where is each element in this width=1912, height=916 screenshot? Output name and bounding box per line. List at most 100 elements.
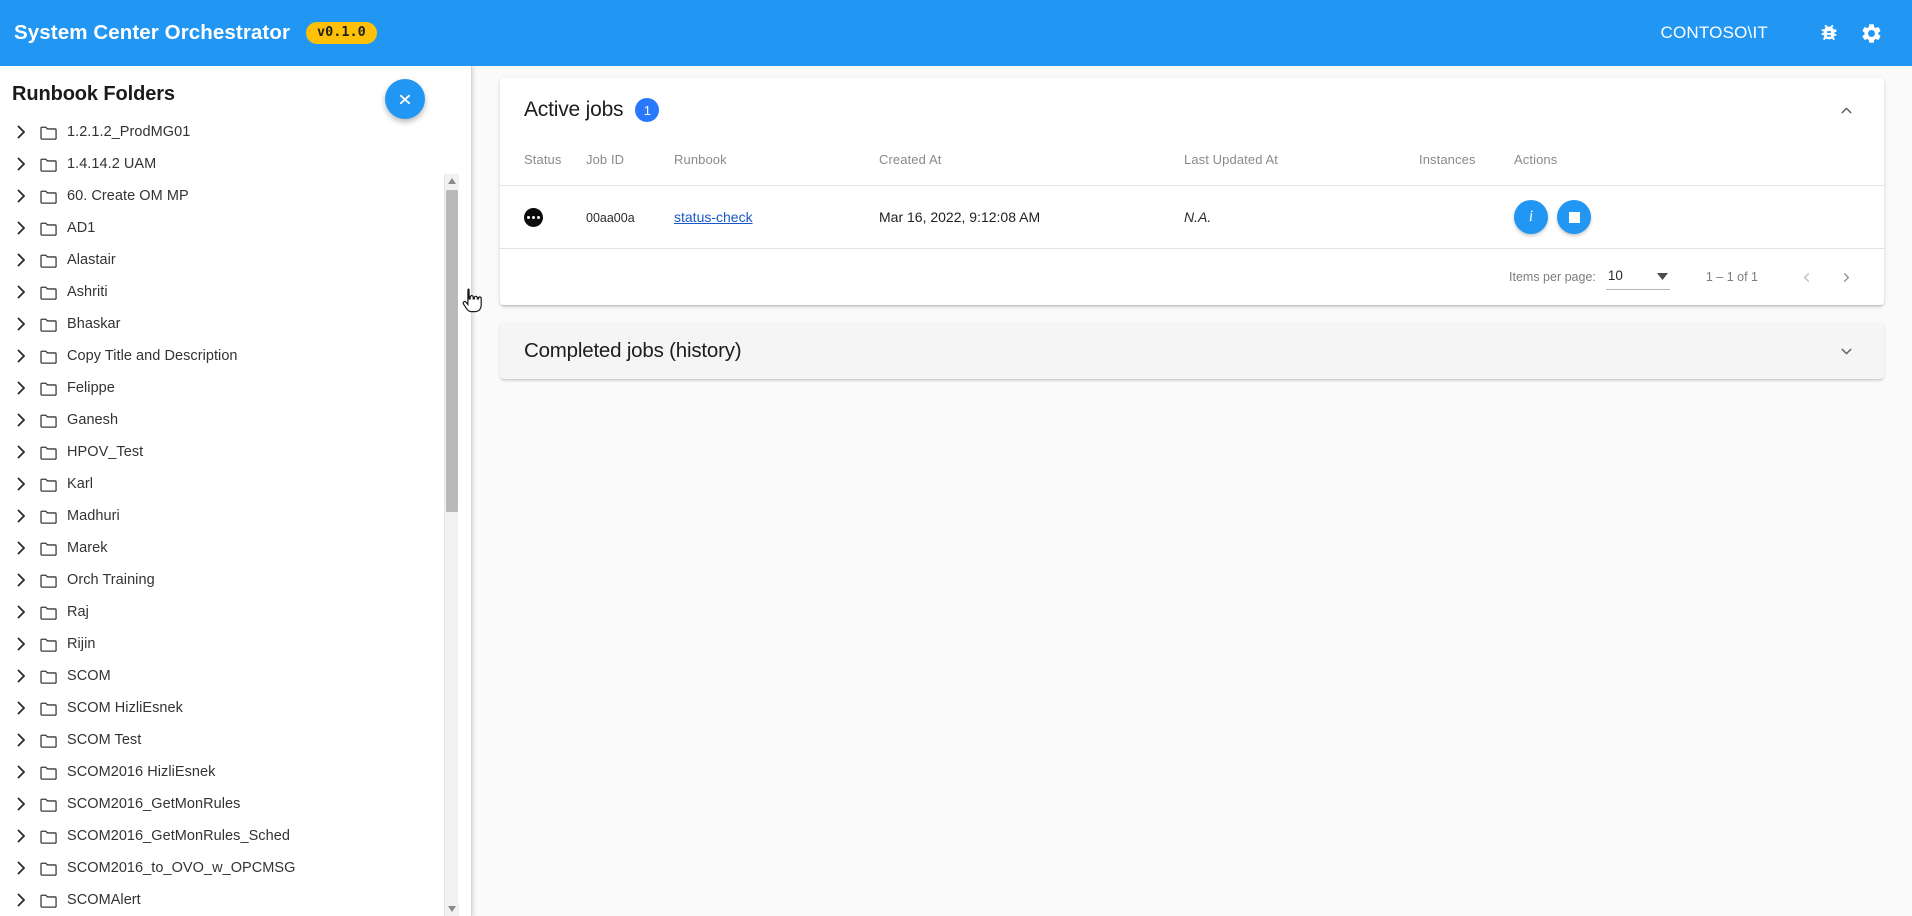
chevron-right-icon[interactable] xyxy=(10,637,32,651)
chevron-right-icon[interactable] xyxy=(10,317,32,331)
folder-tree-item[interactable]: SCOMAlert xyxy=(0,884,471,916)
chevron-right-icon[interactable] xyxy=(10,669,32,683)
folder-tree-item[interactable]: Raj xyxy=(0,596,471,628)
folder-tree-item[interactable]: Bhaskar xyxy=(0,308,471,340)
chevron-right-icon[interactable] xyxy=(10,829,32,843)
column-header: Runbook xyxy=(674,142,879,186)
active-jobs-header[interactable]: Active jobs 1 xyxy=(500,78,1884,142)
sidebar-scrollbar-thumb[interactable] xyxy=(446,190,458,512)
folder-icon xyxy=(40,829,66,844)
chevron-right-icon[interactable] xyxy=(10,733,32,747)
actions-cell: i xyxy=(1514,186,1884,249)
folder-icon xyxy=(40,221,66,236)
folder-icon xyxy=(40,125,66,140)
job-stop-button[interactable] xyxy=(1557,200,1591,234)
completed-jobs-panel[interactable]: Completed jobs (history) xyxy=(500,323,1884,379)
chevron-right-icon[interactable] xyxy=(10,701,32,715)
folder-tree-item[interactable]: 1.4.14.2 UAM xyxy=(0,148,471,180)
chevron-right-icon[interactable] xyxy=(10,541,32,555)
chevron-right-icon[interactable] xyxy=(10,221,32,235)
column-header: Job ID xyxy=(586,142,674,186)
folder-tree-item[interactable]: SCOM xyxy=(0,660,471,692)
folder-tree-item[interactable]: SCOM2016_to_OVO_w_OPCMSG xyxy=(0,852,471,884)
chevron-right-icon[interactable] xyxy=(10,125,32,139)
folder-tree-item[interactable]: SCOM2016_GetMonRules_Sched xyxy=(0,820,471,852)
folder-tree-item[interactable]: HPOV_Test xyxy=(0,436,471,468)
chevron-right-icon[interactable] xyxy=(10,445,32,459)
folder-label: HPOV_Test xyxy=(67,444,143,460)
job-id-cell: 00aa00a xyxy=(586,186,674,249)
next-page-button[interactable] xyxy=(1826,257,1866,297)
folder-tree-item[interactable]: SCOM Test xyxy=(0,724,471,756)
runbook-link[interactable]: status-check xyxy=(674,209,753,225)
folder-icon xyxy=(40,573,66,588)
chevron-right-icon[interactable] xyxy=(10,605,32,619)
chevron-right-icon[interactable] xyxy=(10,189,32,203)
active-jobs-table-body: 00aa00astatus-check Mar 16, 2022, 9:12:08… xyxy=(500,186,1884,249)
chevron-up-icon[interactable] xyxy=(1832,96,1860,124)
folder-label: Madhuri xyxy=(67,508,120,524)
folder-tree-item[interactable]: SCOM2016 HizliEsnek xyxy=(0,756,471,788)
collapse-all-button[interactable] xyxy=(385,79,425,119)
folder-tree-item[interactable]: 60. Create OM MP xyxy=(0,180,471,212)
chevron-right-icon[interactable] xyxy=(10,893,32,907)
last-updated-at-cell: N.A. xyxy=(1184,186,1419,249)
chevron-right-icon[interactable] xyxy=(10,285,32,299)
scroll-down-arrow-icon[interactable] xyxy=(445,902,459,916)
gear-icon[interactable] xyxy=(1856,18,1886,48)
job-info-button[interactable]: i xyxy=(1514,200,1548,234)
folder-tree-item[interactable]: Copy Title and Description xyxy=(0,340,471,372)
folder-tree-item[interactable]: Rijin xyxy=(0,628,471,660)
folder-icon xyxy=(40,861,66,876)
completed-jobs-header[interactable]: Completed jobs (history) xyxy=(500,323,1884,379)
folder-tree-item[interactable]: AD1 xyxy=(0,212,471,244)
folder-tree-item[interactable]: Ashriti xyxy=(0,276,471,308)
folder-icon xyxy=(40,637,66,652)
column-header: Status xyxy=(500,142,586,186)
chevron-right-icon[interactable] xyxy=(10,413,32,427)
column-header: Last Updated At xyxy=(1184,142,1419,186)
folder-label: SCOM Test xyxy=(67,732,141,748)
chevron-right-icon[interactable] xyxy=(10,765,32,779)
previous-page-button[interactable] xyxy=(1786,257,1826,297)
folder-label: Copy Title and Description xyxy=(67,348,238,364)
sidebar-scrollbar[interactable] xyxy=(444,174,458,916)
chevron-right-icon[interactable] xyxy=(10,861,32,875)
bug-icon[interactable] xyxy=(1814,18,1844,48)
folder-tree-item[interactable]: SCOM HizliEsnek xyxy=(0,692,471,724)
created-at-cell: Mar 16, 2022, 9:12:08 AM xyxy=(879,186,1184,249)
folder-tree-item[interactable]: Felippe xyxy=(0,372,471,404)
items-per-page-select[interactable]: 10 xyxy=(1606,265,1670,290)
version-badge: v0.1.0 xyxy=(306,22,377,44)
folder-icon xyxy=(40,189,66,204)
chevron-right-icon[interactable] xyxy=(10,477,32,491)
chevron-right-icon[interactable] xyxy=(10,797,32,811)
folder-icon xyxy=(40,477,66,492)
folder-icon xyxy=(40,541,66,556)
folder-tree-item[interactable]: Marek xyxy=(0,532,471,564)
pagination-range-label: 1 – 1 of 1 xyxy=(1706,270,1758,284)
active-jobs-title: Active jobs xyxy=(524,98,623,122)
chevron-right-icon[interactable] xyxy=(10,157,32,171)
chevron-right-icon[interactable] xyxy=(10,381,32,395)
folder-icon xyxy=(40,765,66,780)
scroll-up-arrow-icon[interactable] xyxy=(445,174,459,188)
folder-tree-item[interactable]: 1.2.1.2_ProdMG01 xyxy=(0,116,471,148)
chevron-right-icon[interactable] xyxy=(10,573,32,587)
folder-icon xyxy=(40,733,66,748)
folder-tree-item[interactable]: Orch Training xyxy=(0,564,471,596)
folder-tree-item[interactable]: Karl xyxy=(0,468,471,500)
folder-tree-item[interactable]: Ganesh xyxy=(0,404,471,436)
folder-tree-item[interactable]: SCOM2016_GetMonRules xyxy=(0,788,471,820)
status-running-icon xyxy=(524,208,543,227)
last-updated-at-value: N.A. xyxy=(1184,209,1211,225)
chevron-right-icon[interactable] xyxy=(10,253,32,267)
chevron-right-icon[interactable] xyxy=(10,509,32,523)
folder-icon xyxy=(40,413,66,428)
folder-label: Orch Training xyxy=(67,572,155,588)
chevron-right-icon[interactable] xyxy=(10,349,32,363)
folder-label: SCOM2016_GetMonRules_Sched xyxy=(67,828,290,844)
chevron-down-icon[interactable] xyxy=(1832,337,1860,365)
folder-tree-item[interactable]: Madhuri xyxy=(0,500,471,532)
folder-tree-item[interactable]: Alastair xyxy=(0,244,471,276)
